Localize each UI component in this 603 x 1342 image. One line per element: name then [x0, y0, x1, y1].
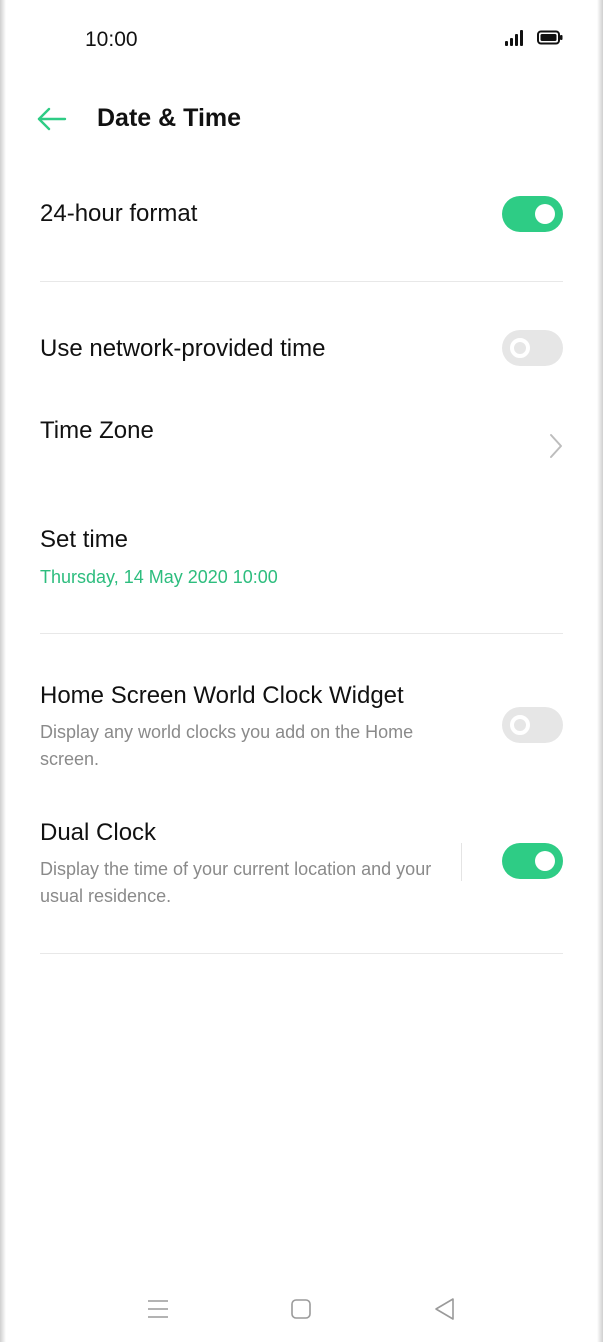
chevron-right-icon — [550, 434, 562, 458]
setting-dual-clock[interactable]: Dual Clock Display the time of your curr… — [40, 818, 440, 910]
dual-clock-toggle[interactable] — [502, 843, 563, 879]
arrow-left-icon[interactable] — [36, 104, 68, 134]
divider — [40, 953, 563, 954]
status-time: 10:00 — [85, 28, 138, 51]
setting-world-clock-widget-description: Display any world clocks you add on the … — [40, 722, 414, 769]
setting-network-time-label: Use network-provided time — [40, 335, 326, 362]
network-time-toggle[interactable] — [502, 330, 563, 366]
home-icon[interactable] — [286, 1294, 316, 1324]
device-frame-right — [597, 0, 603, 1342]
menu-icon[interactable] — [143, 1294, 173, 1324]
setting-24-hour-format[interactable]: 24-hour format — [40, 199, 563, 229]
setting-24-hour-format-label: 24-hour format — [40, 200, 198, 227]
set-time-value: Thursday, 14 May 2020 10:00 — [40, 567, 278, 587]
setting-world-clock-widget[interactable]: Home Screen World Clock Widget Display a… — [40, 681, 470, 773]
setting-set-time-label: Set time — [40, 526, 129, 553]
setting-time-zone[interactable]: Time Zone — [40, 416, 563, 446]
setting-dual-clock-label: Dual Clock — [40, 819, 157, 846]
setting-time-zone-label: Time Zone — [40, 417, 154, 444]
toggle-knob — [510, 715, 530, 735]
status-bar: 10:00 — [0, 0, 603, 80]
app-bar: Date & Time — [0, 88, 603, 150]
divider — [40, 633, 563, 634]
world-clock-widget-toggle[interactable] — [502, 707, 563, 743]
divider — [40, 281, 563, 282]
setting-dual-clock-description: Display the time of your current locatio… — [40, 859, 432, 906]
toggle-knob — [535, 851, 555, 871]
toggle-knob — [535, 204, 555, 224]
setting-network-time[interactable]: Use network-provided time — [40, 334, 563, 364]
signal-icon — [505, 30, 527, 46]
setting-set-time[interactable]: Set time Thursday, 14 May 2020 10:00 — [40, 525, 563, 588]
toggle-knob — [510, 338, 530, 358]
battery-icon — [537, 30, 563, 45]
navigation-bar — [0, 1282, 603, 1342]
24-hour-format-toggle[interactable] — [502, 196, 563, 232]
device-frame-left — [0, 0, 6, 1342]
back-icon[interactable] — [430, 1294, 460, 1324]
vertical-divider — [461, 843, 462, 881]
setting-world-clock-widget-label: Home Screen World Clock Widget — [40, 682, 404, 709]
page-title: Date & Time — [97, 104, 242, 132]
